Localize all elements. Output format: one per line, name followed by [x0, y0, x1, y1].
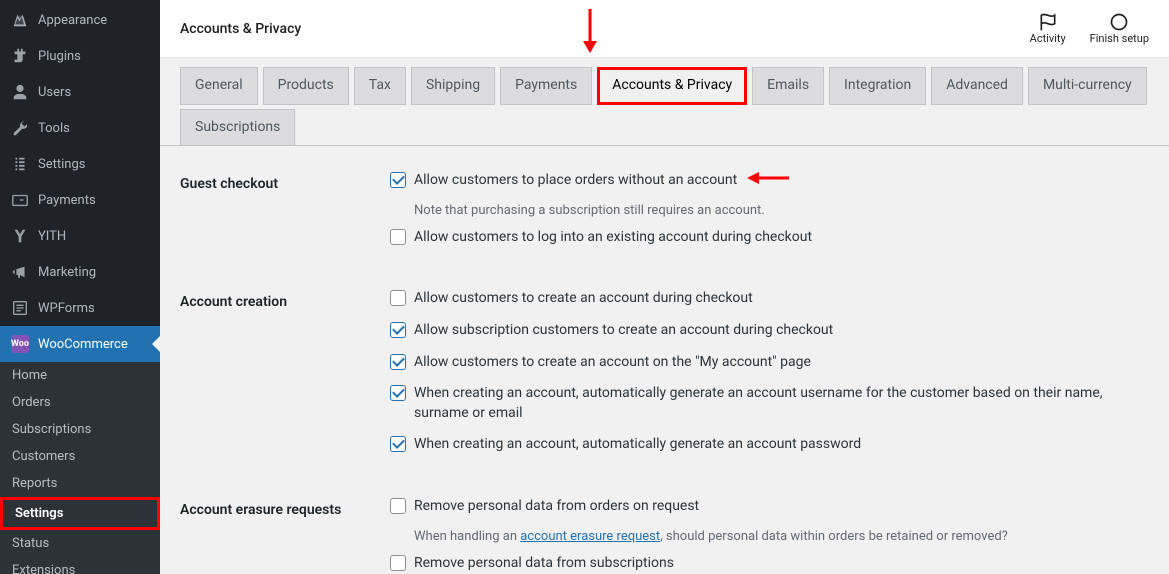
tab-emails[interactable]: Emails: [752, 67, 824, 105]
option-checkbox[interactable]: [390, 555, 406, 571]
main-content: Accounts & Privacy Activity Finish setup: [160, 0, 1169, 574]
tab-payments[interactable]: Payments: [500, 67, 592, 105]
finish-setup-button[interactable]: Finish setup: [1090, 12, 1149, 45]
option-label[interactable]: Remove personal data from subscriptions: [414, 554, 674, 574]
woo-icon: Woo: [10, 334, 30, 354]
option-label[interactable]: When creating an account, automatically …: [414, 384, 1139, 423]
wpforms-icon: [10, 298, 30, 318]
option-checkbox[interactable]: [390, 172, 406, 188]
yith-icon: [10, 226, 30, 246]
section-title: Guest checkout: [180, 156, 390, 274]
header-actions: Activity Finish setup: [1030, 12, 1149, 45]
option-label[interactable]: Allow subscription customers to create a…: [414, 321, 833, 341]
option-description: Note that purchasing a subscription stil…: [414, 203, 1139, 218]
sidebar-item-users[interactable]: Users: [0, 74, 160, 110]
section-options: Allow customers to place orders without …: [390, 156, 1149, 274]
activity-button[interactable]: Activity: [1030, 12, 1066, 45]
settings-form: Guest checkout Allow customers to place o…: [160, 146, 1169, 574]
sidebar-item-label: Users: [38, 85, 71, 100]
option-label[interactable]: When creating an account, automatically …: [414, 435, 861, 455]
page-header: Accounts & Privacy Activity Finish setup: [160, 0, 1169, 58]
tab-products[interactable]: Products: [263, 67, 349, 105]
option-row: Allow customers to log into an existing …: [390, 228, 1139, 248]
option-row: When creating an account, automatically …: [390, 384, 1139, 423]
tab-subscriptions[interactable]: Subscriptions: [180, 109, 295, 147]
option-row: Allow customers to place orders without …: [390, 171, 1139, 191]
section-title: Account erasure requests: [180, 482, 390, 574]
sidebar-item-label: Appearance: [38, 13, 107, 28]
page-title: Accounts & Privacy: [180, 21, 301, 37]
section-options: Allow customers to create an account dur…: [390, 274, 1149, 482]
sidebar-submenu: HomeOrdersSubscriptionsCustomersReportsS…: [0, 362, 160, 574]
tab-tax[interactable]: Tax: [354, 67, 406, 105]
progress-circle-icon: [1109, 12, 1129, 32]
settings-icon: [10, 154, 30, 174]
option-checkbox[interactable]: [390, 436, 406, 452]
option-checkbox[interactable]: [390, 385, 406, 401]
submenu-item-subscriptions[interactable]: Subscriptions: [0, 416, 160, 443]
sidebar-item-wpforms[interactable]: WPForms: [0, 290, 160, 326]
submenu-item-orders[interactable]: Orders: [0, 389, 160, 416]
sidebar-item-settings[interactable]: Settings: [0, 146, 160, 182]
option-checkbox[interactable]: [390, 322, 406, 338]
option-checkbox[interactable]: [390, 229, 406, 245]
tab-accounts-privacy[interactable]: Accounts & Privacy: [597, 67, 747, 105]
marketing-icon: [10, 262, 30, 282]
settings-tabs: GeneralProductsTaxShippingPaymentsAccoun…: [160, 58, 1169, 146]
option-checkbox[interactable]: [390, 290, 406, 306]
sidebar-item-label: WooCommerce: [38, 337, 128, 352]
submenu-item-status[interactable]: Status: [0, 530, 160, 557]
sidebar-item-woocommerce[interactable]: Woo WooCommerce: [0, 326, 160, 362]
plugins-icon: [10, 46, 30, 66]
section-options: Remove personal data from orders on requ…: [390, 482, 1149, 574]
erasure-request-link[interactable]: account erasure request: [520, 529, 660, 544]
option-row: Allow customers to create an account on …: [390, 353, 1139, 373]
submenu-item-extensions[interactable]: Extensions: [0, 557, 160, 574]
option-label[interactable]: Remove personal data from orders on requ…: [414, 497, 699, 517]
tools-icon: [10, 118, 30, 138]
option-row: Allow subscription customers to create a…: [390, 321, 1139, 341]
submenu-item-home[interactable]: Home: [0, 362, 160, 389]
flag-icon: [1038, 12, 1058, 32]
option-label[interactable]: Allow customers to create an account dur…: [414, 289, 753, 309]
payments-icon: [10, 190, 30, 210]
option-row: Remove personal data from subscriptions: [390, 554, 1139, 574]
tab-advanced[interactable]: Advanced: [931, 67, 1023, 105]
option-row: Allow customers to create an account dur…: [390, 289, 1139, 309]
sidebar-item-label: Settings: [38, 157, 85, 172]
sidebar-item-label: Plugins: [38, 49, 81, 64]
sidebar-item-yith[interactable]: YITH: [0, 218, 160, 254]
sidebar-item-label: YITH: [38, 229, 66, 244]
option-row: When creating an account, automatically …: [390, 435, 1139, 455]
option-checkbox[interactable]: [390, 498, 406, 514]
tab-multi-currency[interactable]: Multi-currency: [1028, 67, 1147, 105]
sidebar-item-marketing[interactable]: Marketing: [0, 254, 160, 290]
sidebar-item-label: Payments: [38, 193, 96, 208]
option-description: When handling an account erasure request…: [414, 529, 1139, 544]
option-row: Remove personal data from orders on requ…: [390, 497, 1139, 517]
annotation-arrow-left: [747, 171, 789, 189]
option-label[interactable]: Allow customers to log into an existing …: [414, 228, 812, 248]
option-checkbox[interactable]: [390, 354, 406, 370]
sidebar-item-label: Marketing: [38, 265, 96, 280]
sidebar-item-plugins[interactable]: Plugins: [0, 38, 160, 74]
tab-shipping[interactable]: Shipping: [411, 67, 495, 105]
submenu-item-settings[interactable]: Settings: [0, 497, 160, 530]
submenu-item-reports[interactable]: Reports: [0, 470, 160, 497]
sidebar-item-payments[interactable]: Payments: [0, 182, 160, 218]
option-label[interactable]: Allow customers to place orders without …: [414, 171, 737, 191]
users-icon: [10, 82, 30, 102]
annotation-arrow-down: [581, 9, 599, 57]
sidebar-item-appearance[interactable]: Appearance: [0, 2, 160, 38]
appearance-icon: [10, 10, 30, 30]
submenu-item-customers[interactable]: Customers: [0, 443, 160, 470]
sidebar-item-label: WPForms: [38, 301, 95, 316]
sidebar-item-tools[interactable]: Tools: [0, 110, 160, 146]
option-label[interactable]: Allow customers to create an account on …: [414, 353, 811, 373]
admin-sidebar: Appearance Plugins Users Tools Settings Payme…: [0, 0, 160, 574]
section-title: Account creation: [180, 274, 390, 482]
sidebar-item-label: Tools: [38, 121, 70, 136]
tab-integration[interactable]: Integration: [829, 67, 926, 105]
tab-general[interactable]: General: [180, 67, 258, 105]
